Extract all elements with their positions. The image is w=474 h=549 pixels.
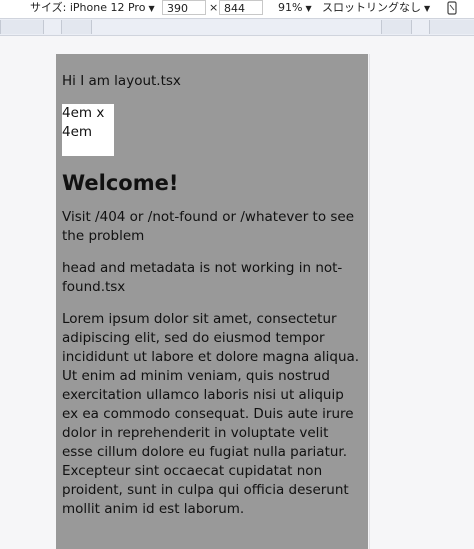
device-stage: Hi I am layout.tsx 4em x 4em Welcome! Vi… [0,36,474,549]
width-input[interactable]: 390 [162,0,206,15]
issue-paragraph: head and metadata is not working in not-… [62,260,343,295]
viewport-edge [369,54,370,549]
ruler-segment[interactable] [429,20,474,34]
media-query-ruler [0,18,474,36]
chevron-down-icon: ▼ [305,4,312,13]
ruler-segment[interactable] [0,20,44,34]
ruler-segment[interactable] [411,20,430,34]
zoom-dropdown[interactable]: 91% ▼ [278,0,312,18]
device-viewport: Hi I am layout.tsx 4em x 4em Welcome! Vi… [56,54,368,549]
ruler-segment[interactable] [381,20,412,34]
em-box: 4em x 4em [62,104,114,156]
device-toolbar: サイズ: iPhone 12 Pro ▼ 390 × 844 91% ▼ スロットリ… [0,0,474,18]
info-paragraph: Visit /404 or /not-found or /whatever to… [62,209,355,244]
chevron-down-icon: ▼ [148,4,155,13]
times-separator: × [209,1,219,14]
height-input[interactable]: 844 [219,0,263,15]
device-size-dropdown[interactable]: サイズ: iPhone 12 Pro ▼ [30,0,155,18]
layout-text: Hi I am layout.tsx [62,73,181,89]
rotate-icon-svg [447,1,457,15]
ruler-segment[interactable] [91,20,382,34]
page-title: Welcome! [62,171,179,195]
box-line-1: 4em x [62,105,105,121]
lorem-paragraph: Lorem ipsum dolor sit amet, consectetur … [62,311,360,517]
rotate-device-icon[interactable] [446,1,458,19]
throttling-dropdown[interactable]: スロットリングなし ▼ [322,0,430,18]
chevron-down-icon: ▼ [424,4,431,13]
box-line-2: 4em [62,124,93,140]
ruler-segment[interactable] [61,20,92,34]
zoom-label: 91% [278,1,303,14]
device-size-label: サイズ: iPhone 12 Pro [30,1,146,14]
ruler-segment[interactable] [43,20,62,34]
throttling-label: スロットリングなし [322,1,421,14]
